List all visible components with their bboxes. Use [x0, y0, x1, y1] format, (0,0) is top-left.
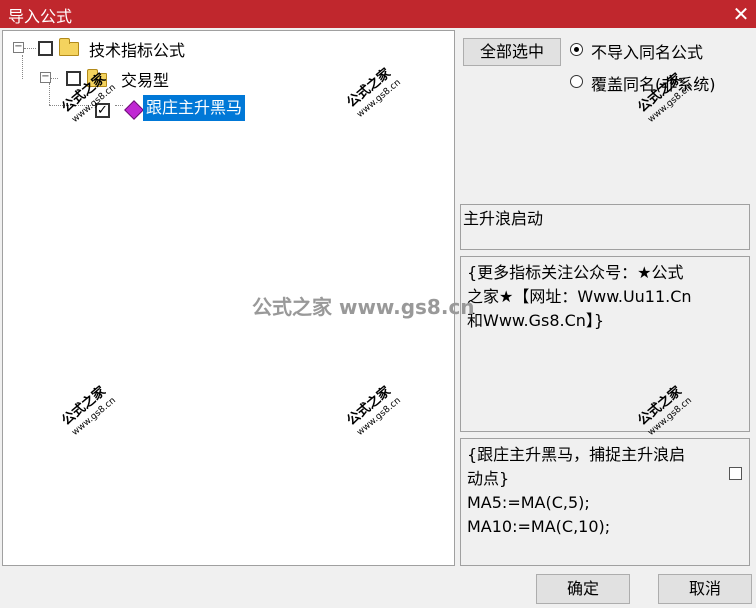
formula-description-box: {更多指标关注公众号：★公式 之家★【网址：Www.Uu11.Cn 和Www.G… [460, 256, 750, 432]
root-checkbox[interactable] [38, 41, 53, 56]
tree-group-label[interactable]: 交易型 [121, 67, 169, 91]
folder-open-icon [87, 69, 107, 87]
tree-connector [50, 78, 58, 79]
tree-expander-root[interactable]: − [13, 42, 24, 53]
formula-gem-icon [124, 100, 144, 120]
item-checkbox[interactable]: ✓ [95, 103, 110, 118]
formula-code-text: {跟庄主升黑马，捕捉主升浪启 动点} MA5:=MA(C,5); MA10:=M… [467, 445, 686, 536]
tree-root-label[interactable]: 技术指标公式 [89, 37, 185, 61]
close-icon[interactable]: ✕ [726, 0, 756, 28]
tree-connector [115, 105, 123, 106]
tree-connector [49, 105, 93, 106]
tree-connector [24, 48, 36, 49]
radio-overwrite[interactable] [570, 75, 583, 88]
formula-description-text: {更多指标关注公众号：★公式 之家★【网址：Www.Uu11.Cn 和Www.G… [467, 263, 692, 330]
formula-name-text: 主升浪启动 [463, 209, 544, 228]
tree-connector [22, 55, 23, 79]
group-checkbox[interactable] [66, 71, 81, 86]
radio-no-import[interactable] [570, 43, 583, 56]
code-option-checkbox[interactable] [729, 467, 742, 480]
formula-code-box: {跟庄主升黑马，捕捉主升浪启 动点} MA5:=MA(C,5); MA10:=M… [460, 438, 750, 566]
dialog-footer: 确定 取消 [0, 566, 756, 608]
window-title: 导入公式 [8, 7, 73, 26]
cancel-button[interactable]: 取消 [658, 574, 752, 604]
folder-icon [59, 38, 79, 56]
options-area: 全部选中 不导入同名公式 覆盖同名(非系统) 主升浪启动 {更多指标关注公众号：… [457, 30, 756, 566]
tree-item-label[interactable]: 跟庄主升黑马 [143, 95, 246, 121]
tree-connector [49, 83, 50, 105]
title-bar: 导入公式 ✕ [0, 0, 756, 28]
select-all-button[interactable]: 全部选中 [463, 38, 561, 66]
ok-button[interactable]: 确定 [536, 574, 630, 604]
radio-overwrite-label[interactable]: 覆盖同名(非系统) [591, 71, 716, 95]
center-watermark: 公式之家 www.gs8.cn [252, 295, 475, 319]
tree-expander-group[interactable]: − [40, 72, 51, 83]
radio-no-import-label[interactable]: 不导入同名公式 [591, 39, 703, 63]
formula-name-box: 主升浪启动 [460, 204, 750, 250]
